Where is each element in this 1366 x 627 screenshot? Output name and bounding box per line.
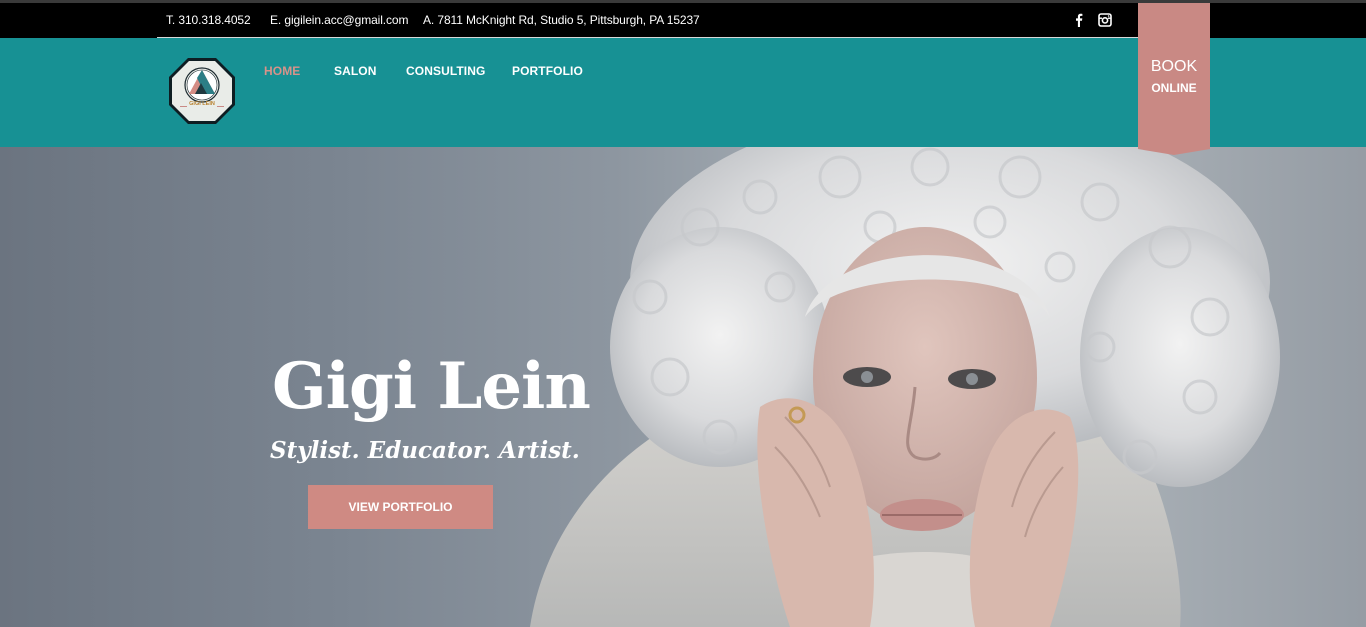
view-portfolio-button[interactable]: VIEW PORTFOLIO xyxy=(308,485,493,529)
book-online-button[interactable]: BOOK ONLINE xyxy=(1138,3,1210,155)
online-label: ONLINE xyxy=(1151,81,1197,95)
book-label: BOOK xyxy=(1150,58,1198,75)
nav-salon[interactable]: SALON xyxy=(334,64,377,78)
phone-number: T. 310.318.4052 xyxy=(166,13,251,27)
nav-consulting[interactable]: CONSULTING xyxy=(406,64,485,78)
studio-address: A. 7811 McKnight Rd, Studio 5, Pittsburg… xyxy=(423,13,700,27)
hero-title: Gigi Lein xyxy=(272,349,591,424)
hero-banner: Gigi Lein Stylist. Educator. Artist. VIE… xyxy=(0,147,1366,627)
nav-home[interactable]: HOME xyxy=(264,64,300,78)
logo-text: GIGI LEIN xyxy=(189,101,215,107)
hero-portrait-image xyxy=(530,147,1280,627)
facebook-icon[interactable] xyxy=(1072,13,1086,27)
email-address[interactable]: E. gigilein.acc@gmail.com xyxy=(270,13,409,27)
nav-portfolio[interactable]: PORTFOLIO xyxy=(512,64,583,78)
hero-subtitle: Stylist. Educator. Artist. xyxy=(270,437,580,464)
instagram-icon[interactable] xyxy=(1098,13,1112,27)
site-logo[interactable]: GIGI LEIN xyxy=(167,56,237,126)
